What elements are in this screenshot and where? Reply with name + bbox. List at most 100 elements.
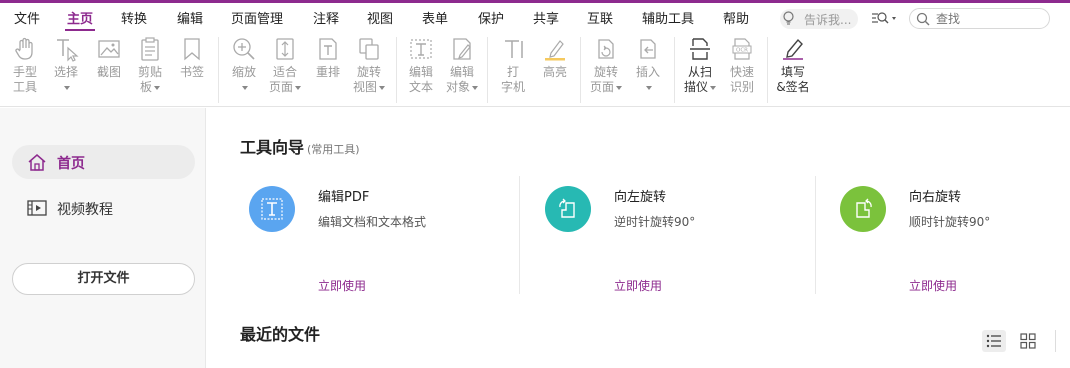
menu-page-management[interactable]: 页面管理 [231, 8, 283, 27]
sidebar-item-video-tutorials[interactable]: 视频教程 [12, 191, 195, 225]
ribbon-separator [487, 37, 488, 103]
hand-tool-button[interactable]: 手型 工具 [2, 36, 48, 95]
tell-me-placeholder: 告诉我... [804, 13, 852, 27]
fit-page-button[interactable]: 适合 页面 [262, 36, 308, 95]
home-icon [28, 154, 46, 171]
search-icon [916, 12, 930, 26]
menu-view[interactable]: 视图 [367, 8, 393, 27]
clipboard-icon [141, 37, 159, 61]
reflow-icon [319, 38, 337, 60]
ribbon-separator [396, 37, 397, 103]
from-scanner-label: 从扫 描仪 [677, 65, 723, 95]
menu-share[interactable]: 共享 [533, 8, 559, 27]
rotate-view-label: 旋转 视图 [346, 65, 392, 95]
ribbon-separator [218, 37, 219, 103]
select-text-icon [57, 39, 79, 62]
card-title: 向左旋转 [614, 190, 667, 205]
clipboard-label: 剪贴 板 [137, 65, 162, 94]
edit-text-icon [410, 39, 432, 59]
edit-object-icon [453, 38, 471, 60]
card-description: 顺时针旋转90° [909, 215, 991, 229]
ribbon-separator [580, 37, 581, 103]
fit-page-label: 适合 页面 [262, 65, 308, 95]
use-now-link[interactable]: 立即使用 [614, 277, 662, 294]
list-view-icon [986, 334, 1001, 348]
typewriter-button[interactable]: 打 字机 [490, 36, 536, 95]
menu-file[interactable]: 文件 [14, 8, 40, 27]
menu-bar: 文件 主页 转换 编辑 页面管理 注释 视图 表单 保护 共享 互联 辅助工具 … [0, 3, 1070, 31]
edit-object-label: 编辑 对象 [439, 65, 485, 95]
hand-tool-label: 手型 工具 [12, 65, 37, 94]
menu-form[interactable]: 表单 [422, 8, 448, 27]
zoom-label: 缩放 [221, 65, 267, 95]
search-input[interactable] [936, 11, 1044, 26]
select-tool-label: 选择 [43, 65, 89, 95]
bookmark-label: 书签 [179, 65, 204, 79]
card-rotate-left[interactable]: 向左旋转 逆时针旋转90° 立即使用 [503, 176, 793, 294]
highlight-label: 高亮 [542, 65, 567, 79]
insert-page-icon [640, 39, 656, 59]
menu-edit[interactable]: 编辑 [177, 8, 203, 27]
card-description: 编辑文档和文本格式 [318, 215, 427, 229]
use-now-link[interactable]: 立即使用 [318, 277, 366, 294]
highlight-button[interactable]: 高亮 [532, 36, 578, 80]
video-icon [27, 200, 47, 216]
edit-text-button[interactable]: 编辑 文本 [398, 36, 444, 95]
hand-icon [15, 37, 33, 60]
edit-object-button[interactable]: 编辑 对象 [439, 36, 485, 95]
menu-convert[interactable]: 转换 [121, 8, 147, 27]
insert-page-label: 插入 [625, 65, 671, 95]
menu-protect[interactable]: 保护 [478, 8, 504, 27]
recent-files-heading: 最近的文件 [240, 325, 321, 344]
use-now-link[interactable]: 立即使用 [909, 277, 957, 294]
typewriter-icon [505, 40, 523, 58]
reflow-button[interactable]: 重排 [305, 36, 351, 80]
ribbon-toolbar: 手型 工具 选择 截图 剪贴 板 书签 缩放 适合 页面 重排 旋转 视图 编辑… [0, 31, 1070, 107]
edit-pdf-icon [249, 186, 295, 232]
card-title: 编辑PDF [318, 190, 370, 205]
snapshot-button[interactable]: 截图 [86, 36, 132, 80]
rotate-page-button[interactable]: 旋转 页面 [583, 36, 629, 95]
menu-accessibility[interactable]: 辅助工具 [642, 8, 694, 27]
rotate-left-icon [545, 186, 591, 232]
insert-page-button[interactable]: 插入 [625, 36, 671, 95]
rotate-view-icon [359, 38, 379, 60]
select-tool-button[interactable]: 选择 [43, 36, 89, 95]
quick-ocr-button[interactable]: OCR 快速 识别 [719, 36, 765, 95]
sidebar-home-label: 首页 [57, 156, 85, 172]
rotate-page-icon [598, 39, 614, 59]
quick-ocr-label: 快速 识别 [729, 65, 754, 94]
clipboard-button[interactable]: 剪贴 板 [127, 36, 173, 95]
card-rotate-right[interactable]: 向右旋转 顺时针旋转90° 立即使用 [798, 176, 1070, 294]
fill-sign-label: 填写 &签名 [776, 65, 810, 94]
from-scanner-button[interactable]: 从扫 描仪 [677, 36, 723, 95]
tool-wizard-heading: 工具向导 (常用工具) [240, 138, 360, 157]
edit-text-label: 编辑 文本 [408, 65, 433, 94]
menu-comment[interactable]: 注释 [313, 8, 339, 27]
bookmark-icon [184, 38, 200, 61]
zoom-button[interactable]: 缩放 [221, 36, 267, 95]
fit-page-icon [276, 38, 294, 60]
rotate-right-icon [840, 186, 886, 232]
snapshot-icon [98, 40, 120, 58]
sidebar-item-home[interactable]: 首页 [12, 145, 195, 179]
open-file-button[interactable]: 打开文件 [12, 263, 195, 295]
find-mode-icon[interactable] [871, 11, 899, 27]
list-view-button[interactable] [982, 330, 1006, 352]
ocr-icon: OCR [732, 38, 752, 60]
menu-help[interactable]: 帮助 [723, 8, 749, 27]
rotate-view-button[interactable]: 旋转 视图 [346, 36, 392, 95]
menu-connect[interactable]: 互联 [587, 8, 613, 27]
home-main-panel: 工具向导 (常用工具) 编辑PDF 编辑文档和文本格式 立即使用 向左旋转 逆时针… [207, 108, 1070, 368]
card-edit-pdf[interactable]: 编辑PDF 编辑文档和文本格式 立即使用 [207, 176, 497, 294]
rotate-page-label: 旋转 页面 [583, 65, 629, 95]
bookmark-button[interactable]: 书签 [169, 36, 215, 80]
menu-home[interactable]: 主页 [64, 8, 96, 31]
lightbulb-icon [783, 11, 794, 25]
grid-view-button[interactable] [1016, 330, 1040, 352]
typewriter-label: 打 字机 [500, 65, 525, 94]
zoom-icon [233, 38, 255, 60]
search-box[interactable] [909, 8, 1050, 29]
fill-sign-button[interactable]: 填写 &签名 [770, 36, 816, 95]
ribbon-separator [674, 37, 675, 103]
